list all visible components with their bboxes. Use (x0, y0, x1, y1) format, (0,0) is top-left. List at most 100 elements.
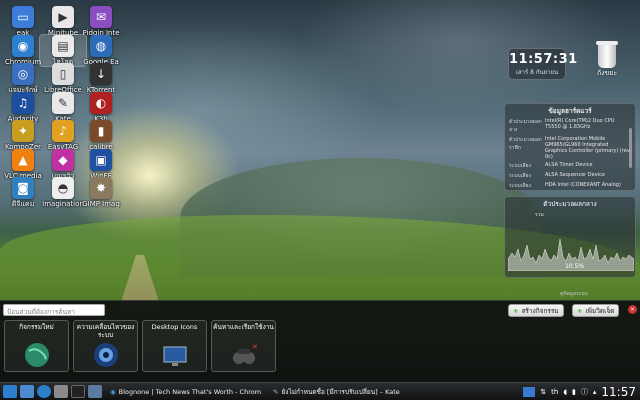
svg-text:✕: ✕ (252, 343, 258, 351)
kate-icon: ✎ (52, 91, 74, 114)
desktop-icon[interactable]: ✸ GIMP Imag (78, 177, 124, 208)
system-info-value: ALSA Sequencer Device (545, 172, 605, 178)
desktop-activity-icon (163, 346, 187, 366)
system-info-row: ระบบเสียง ALSA Timer Device (505, 162, 635, 170)
minitube-icon: ▶ (52, 6, 74, 28)
system-info-value: HDA Intel (CONEXANT Analog) (545, 182, 621, 188)
system-info-value: Intel Corporation Mobile GM965/GL960 Int… (545, 136, 630, 160)
k3b-icon: ◐ (90, 91, 112, 114)
ktorrent-icon: ↓ (90, 63, 112, 85)
system-info-value: Intel(R) Core(TM)2 Duo CPU T5550 @ 1.83G… (545, 118, 615, 130)
trash-label: ถังขยะ (596, 69, 618, 77)
globe-icon: ◎ (12, 63, 34, 85)
winff-icon: ▣ (90, 148, 112, 171)
folder-icon: ▭ (12, 6, 34, 28)
terminal-icon[interactable] (71, 385, 85, 398)
gimp-icon: ✸ (90, 177, 112, 199)
trash-widget[interactable]: ถังขยะ (590, 41, 624, 79)
volume-icon[interactable]: ◖ (563, 388, 567, 396)
system-info-value: ALSA Timer Device (545, 162, 593, 168)
file-manager-icon[interactable] (20, 385, 34, 398)
panel-clock[interactable]: 11:57 (601, 385, 636, 399)
camera-icon: ◙ (12, 177, 34, 199)
activity-search-input[interactable]: ป้อนส่วนที่ต้องการค้นหา (3, 304, 105, 316)
task-label: Blognone | Tech News That's Worth - Chro… (118, 387, 262, 396)
system-info-row: ตัวประมวลผลกลาง Intel(R) Core(TM)2 Duo CP… (505, 118, 635, 134)
system-info-key: ตัวประมวลผลกลาง (509, 119, 542, 133)
chromium-icon: ◉ (12, 34, 34, 57)
chromium-icon: ◉ (110, 387, 116, 396)
expand-icon[interactable]: ▴ (593, 388, 597, 396)
system-footer-link[interactable]: ดูข้อมูลระบบ (560, 290, 588, 298)
activity-title: ความเคลื่อนไหวของระบบ (76, 323, 135, 339)
google-earth-icon: ◍ (90, 34, 112, 57)
add-widget-button[interactable]: + เพิ่มวิดเจ็ต (572, 304, 620, 317)
globe-activity-icon (25, 343, 49, 367)
desktop-icon[interactable]: ◍ Google Ea (78, 34, 124, 66)
binoculars-activity-icon: ✕ (233, 343, 258, 364)
activity-title: กิจกรรมใหม่ (19, 323, 54, 331)
activity-new[interactable]: กิจกรรมใหม่ (4, 320, 69, 372)
game-icon: ◆ (52, 148, 74, 171)
cpu-percent: 10.5% (565, 263, 585, 270)
system-info-widget[interactable]: ข้อมูลฮาร์ดแวร์ ตัวประมวลผลกลาง Intel(R) … (504, 103, 636, 191)
system-info-row: ตัวประมวลผลกราฟิก Intel Corporation Mobil… (505, 136, 635, 160)
easytag-icon: ♪ (52, 120, 74, 142)
taskbar: ◉ Blognone | Tech News That's Worth - Ch… (0, 382, 640, 400)
system-info-key: ระบบเสียง (509, 163, 531, 169)
clock-date: เสาร์ 8 กันยายน (515, 69, 559, 76)
tools-icon[interactable] (54, 385, 68, 398)
system-info-scrollbar[interactable] (629, 128, 632, 168)
imagination-icon: ◓ (52, 177, 74, 199)
camera-activity-icon (94, 343, 118, 367)
cpu-monitor-widget[interactable]: ตัวประมวลผลกลาง รวม 10.5% (504, 196, 636, 278)
network-icon[interactable]: ⇅ (540, 388, 546, 396)
create-activity-button[interactable]: + สร้างกิจกรรม (508, 304, 564, 317)
activity-search-run[interactable]: ค้นหาและเรียกใช้งาน ✕ (211, 320, 276, 372)
clock-widget[interactable]: 11:57:31 เสาร์ 8 กันยายน (508, 48, 578, 80)
libreoffice-icon: ▯ (52, 63, 74, 85)
cpu-monitor-title: ตัวประมวลผลกลาง (543, 200, 597, 208)
desktop-icon[interactable]: ◐ K3b (78, 91, 124, 123)
kate-icon: ✎ (273, 387, 279, 396)
close-panel-icon[interactable]: × (628, 305, 637, 314)
create-activity-label: สร้างกิจกรรม (521, 306, 559, 315)
trash-icon (596, 41, 618, 68)
desktop-icon[interactable]: ▣ WinFF (78, 148, 124, 180)
task-chromium[interactable]: ◉ Blognone | Tech News That's Worth - Ch… (106, 385, 265, 399)
add-widget-label: เพิ่มวิดเจ็ต (585, 306, 615, 315)
activity-title: Desktop Icons (151, 323, 198, 331)
system-info-row: ระบบเสียง ALSA Sequencer Device (505, 172, 635, 180)
chromium-launcher-icon[interactable] (37, 385, 51, 398)
notification-icon[interactable]: ⓘ (581, 387, 588, 397)
system-info-key: ระบบเสียง (509, 173, 531, 179)
desktop-switch-icon[interactable] (88, 385, 102, 398)
plus-icon: + (577, 306, 583, 315)
system-info-key: ระบบเสียง (509, 183, 531, 189)
kde-menu-icon[interactable] (3, 385, 17, 398)
task-label: ยังไม่กำหนดชื่อ [มีการปรับเปลี่ยน] – Kat… (281, 387, 400, 396)
system-info-key: ตัวประมวลผลกราฟิก (509, 137, 542, 151)
pidgin-icon: ✉ (90, 6, 112, 28)
vlc-icon: ▲ (12, 148, 34, 171)
activity-system[interactable]: ความเคลื่อนไหวของระบบ (73, 320, 138, 372)
doc-icon: ▤ (52, 34, 74, 57)
activity-title: ค้นหาและเรียกใช้งาน (213, 323, 274, 331)
screen-icon[interactable] (523, 387, 536, 397)
clock-time: 11:57:31 (509, 52, 578, 67)
desktop-icon[interactable]: ✉ Pidgin Inte (78, 6, 124, 37)
audacity-icon: ♫ (12, 91, 34, 114)
plus-icon: + (513, 306, 519, 315)
desktop-icon[interactable]: ↓ KTorrent (78, 63, 124, 94)
activity-desktop-icons[interactable]: Desktop Icons (142, 320, 207, 372)
calibre-icon: ▮ (90, 120, 112, 142)
desktop-icon-label: GIMP Imag (82, 200, 120, 208)
battery-icon[interactable]: ▮ (572, 388, 576, 396)
cpu-monitor-sub: รวม (535, 212, 544, 218)
keyboard-layout[interactable]: th (551, 388, 558, 396)
desktop-icon[interactable]: ▮ calibre (78, 120, 124, 151)
kompozer-icon: ✦ (12, 120, 34, 142)
system-tray: ⇅ th ◖ ▮ ⓘ ▴ 11:57 (523, 383, 636, 400)
system-info-title: ข้อมูลฮาร์ดแวร์ (548, 107, 592, 115)
task-kate[interactable]: ✎ ยังไม่กำหนดชื่อ [มีการปรับเปลี่ยน] – K… (269, 385, 404, 399)
